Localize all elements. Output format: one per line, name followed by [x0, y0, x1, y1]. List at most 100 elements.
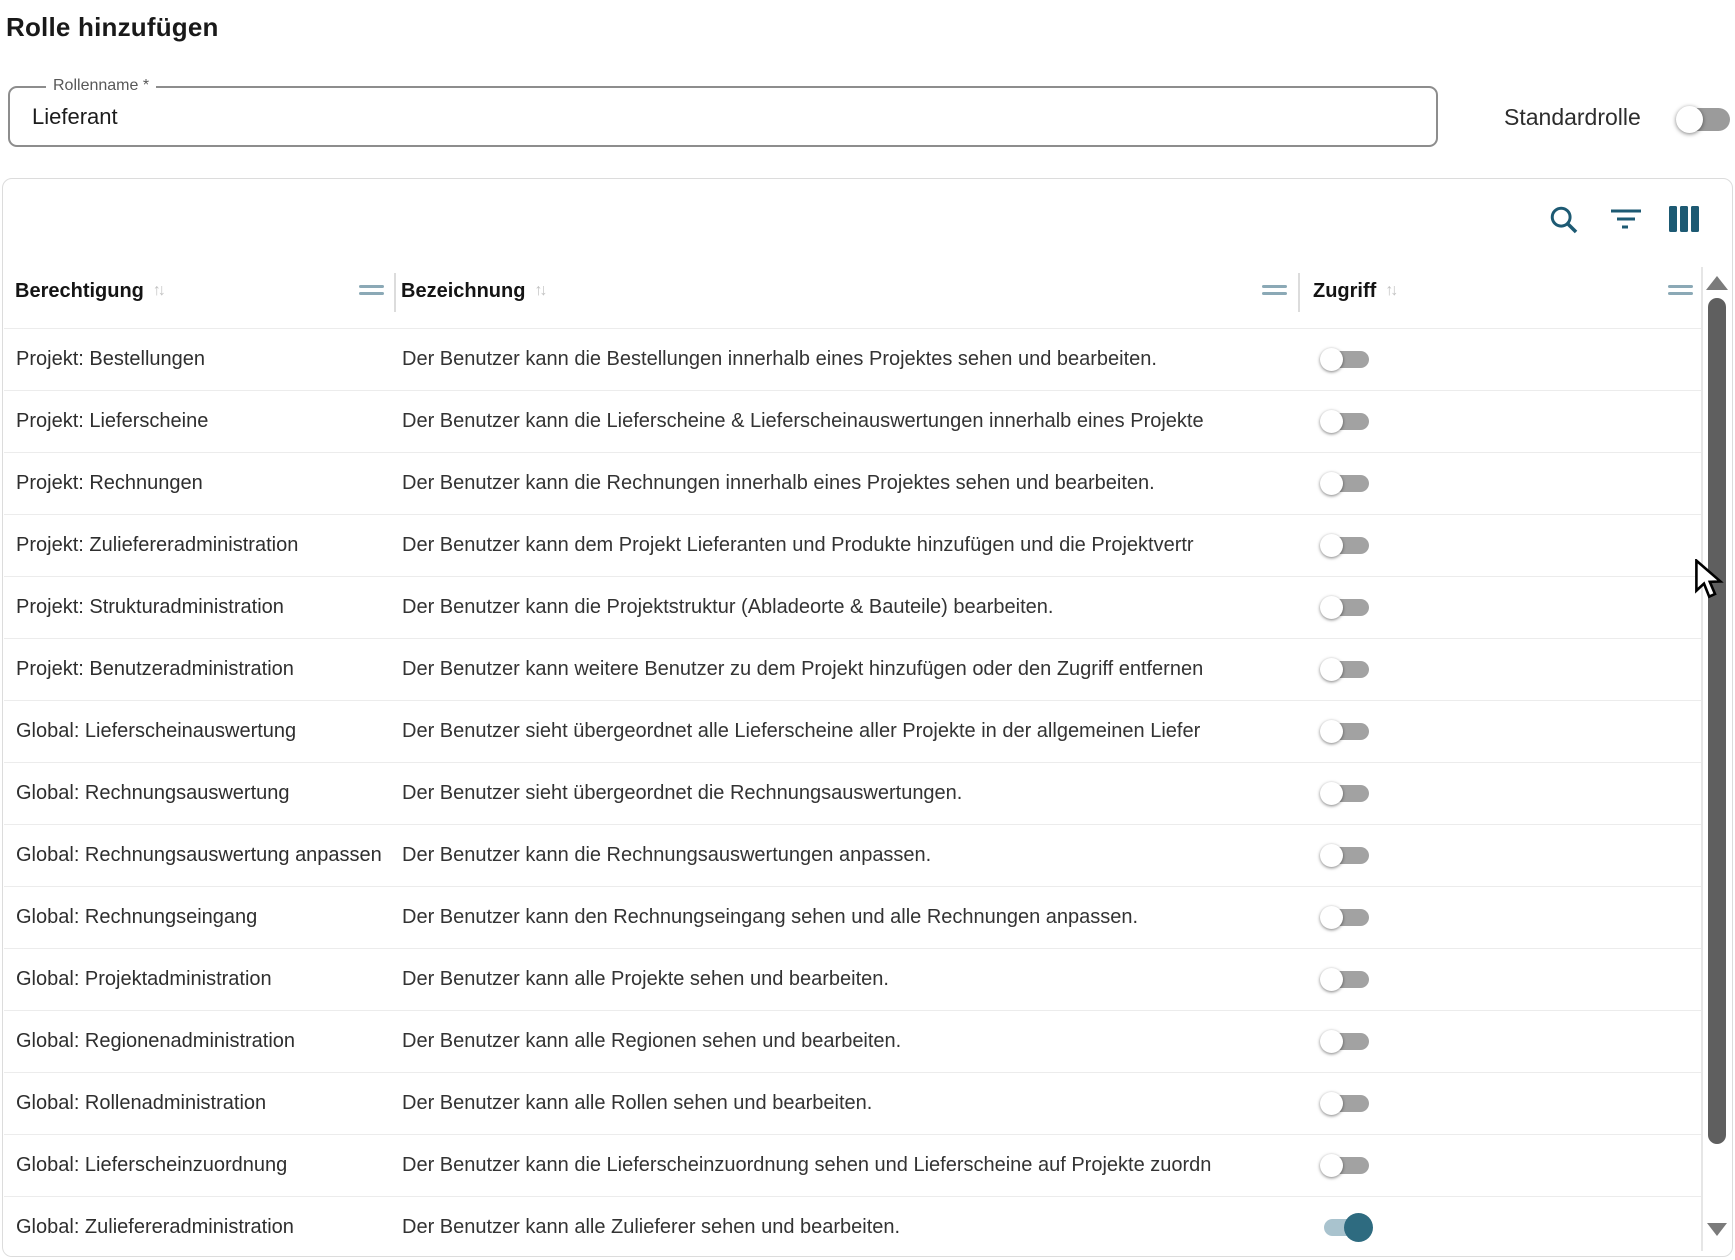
access-toggle[interactable] [1322, 1027, 1372, 1055]
add-role-page: Rolle hinzufügen Rollenname * Standardro… [0, 0, 1735, 1260]
access-toggle[interactable] [1322, 717, 1372, 745]
permission-name: Projekt: Benutzeradministration [16, 639, 397, 700]
toggle-thumb [1320, 1092, 1343, 1115]
access-toggle[interactable] [1322, 779, 1372, 807]
permission-description: Der Benutzer kann dem Projekt Lieferante… [402, 515, 1294, 576]
toggle-thumb [1320, 472, 1343, 495]
table-row: Projekt: Rechnungen Der Benutzer kann di… [4, 453, 1701, 515]
column-header-berechtigung[interactable]: Berechtigung ↑↓ [15, 278, 166, 304]
access-toggle[interactable] [1322, 469, 1372, 497]
permission-description: Der Benutzer kann die Bestellungen inner… [402, 329, 1294, 390]
table-row: Global: Rechnungsauswertung anpassen Der… [4, 825, 1701, 887]
permission-description: Der Benutzer kann alle Projekte sehen un… [402, 949, 1294, 1010]
column-label: Berechtigung [15, 280, 144, 303]
scrollbar-down-arrow[interactable] [1707, 1223, 1727, 1236]
column-header-bezeichnung[interactable]: Bezeichnung ↑↓ [401, 278, 547, 304]
rolename-field: Rollenname * [8, 86, 1438, 147]
permission-description: Der Benutzer kann die Rechnungsauswertun… [402, 825, 1294, 886]
toggle-thumb [1320, 1030, 1343, 1053]
access-toggle[interactable] [1322, 345, 1372, 373]
access-toggle[interactable] [1322, 1213, 1372, 1241]
column-label: Zugriff [1313, 280, 1376, 303]
scrollbar-up-arrow[interactable] [1706, 276, 1728, 290]
table-row: Projekt: Zuliefereradministration Der Be… [4, 515, 1701, 577]
permission-description: Der Benutzer kann die Projektstruktur (A… [402, 577, 1294, 638]
permission-description: Der Benutzer kann die Rechnungen innerha… [402, 453, 1294, 514]
access-toggle[interactable] [1322, 841, 1372, 869]
table-row: Global: Lieferscheinauswertung Der Benut… [4, 701, 1701, 763]
toggle-thumb [1320, 720, 1343, 743]
toggle-thumb [1320, 782, 1343, 805]
search-icon[interactable] [1547, 203, 1581, 242]
table-body: Projekt: Bestellungen Der Benutzer kann … [4, 328, 1701, 1257]
column-resize-handle[interactable] [1262, 285, 1287, 299]
permission-name: Global: Rechnungsauswertung [16, 763, 397, 824]
toggle-thumb [1320, 968, 1343, 991]
permissions-table-panel: Berechtigung ↑↓ Bezeichnung ↑↓ Zugriff ↑… [2, 178, 1733, 1257]
page-title: Rolle hinzufügen [6, 12, 219, 43]
table-row: Global: Rollenadministration Der Benutze… [4, 1073, 1701, 1135]
column-divider [394, 273, 396, 312]
permission-name: Projekt: Bestellungen [16, 329, 397, 390]
toggle-thumb [1344, 1213, 1373, 1242]
permission-name: Global: Projektadministration [16, 949, 397, 1010]
table-row: Projekt: Strukturadministration Der Benu… [4, 577, 1701, 639]
access-toggle[interactable] [1322, 407, 1372, 435]
table-row: Projekt: Benutzeradministration Der Benu… [4, 639, 1701, 701]
access-toggle[interactable] [1322, 903, 1372, 931]
toggle-thumb [1320, 1154, 1343, 1177]
sort-arrows-icon[interactable]: ↑↓ [534, 282, 547, 300]
standard-role-toggle[interactable] [1676, 105, 1730, 133]
toggle-thumb [1320, 658, 1343, 681]
filter-icon[interactable] [1609, 207, 1643, 238]
columns-icon[interactable] [1667, 205, 1701, 238]
toggle-thumb [1320, 410, 1343, 433]
table-row: Global: Regionenadministration Der Benut… [4, 1011, 1701, 1073]
permission-description: Der Benutzer kann weitere Benutzer zu de… [402, 639, 1294, 700]
access-toggle[interactable] [1322, 531, 1372, 559]
scrollbar-divider [1701, 267, 1703, 1251]
permission-name: Global: Regionenadministration [16, 1011, 397, 1072]
permission-description: Der Benutzer kann alle Regionen sehen un… [402, 1011, 1294, 1072]
sort-arrows-icon[interactable]: ↑↓ [153, 282, 166, 300]
permission-name: Global: Rollenadministration [16, 1073, 397, 1134]
permission-description: Der Benutzer kann den Rechnungseingang s… [402, 887, 1294, 948]
table-row: Global: Zuliefereradministration Der Ben… [4, 1197, 1701, 1257]
access-toggle[interactable] [1322, 1089, 1372, 1117]
permission-name: Global: Rechnungseingang [16, 887, 397, 948]
permission-name: Projekt: Lieferscheine [16, 391, 397, 452]
table-row: Projekt: Bestellungen Der Benutzer kann … [4, 329, 1701, 391]
column-resize-handle[interactable] [359, 285, 384, 299]
toggle-thumb [1320, 906, 1343, 929]
permission-description: Der Benutzer kann die Lieferscheinzuordn… [402, 1135, 1294, 1196]
permission-name: Projekt: Rechnungen [16, 453, 397, 514]
access-toggle[interactable] [1322, 1151, 1372, 1179]
sort-arrows-icon[interactable]: ↑↓ [1385, 282, 1398, 300]
toggle-thumb [1320, 534, 1343, 557]
column-header-zugriff[interactable]: Zugriff ↑↓ [1313, 278, 1398, 304]
access-toggle[interactable] [1322, 965, 1372, 993]
column-resize-handle[interactable] [1668, 285, 1693, 299]
table-row: Global: Lieferscheinzuordnung Der Benutz… [4, 1135, 1701, 1197]
column-divider [1298, 273, 1300, 312]
permission-name: Global: Rechnungsauswertung anpassen [16, 825, 397, 886]
table-row: Global: Projektadministration Der Benutz… [4, 949, 1701, 1011]
permission-description: Der Benutzer kann die Lieferscheine & Li… [402, 391, 1294, 452]
rolename-input[interactable] [10, 88, 1401, 145]
toggle-thumb [1320, 596, 1343, 619]
permission-description: Der Benutzer kann alle Zulieferer sehen … [402, 1197, 1294, 1257]
permission-description: Der Benutzer sieht übergeordnet die Rech… [402, 763, 1294, 824]
permission-description: Der Benutzer kann alle Rollen sehen und … [402, 1073, 1294, 1134]
permission-name: Global: Lieferscheinauswertung [16, 701, 397, 762]
access-toggle[interactable] [1322, 655, 1372, 683]
table-row: Global: Rechnungsauswertung Der Benutzer… [4, 763, 1701, 825]
permission-name: Global: Lieferscheinzuordnung [16, 1135, 397, 1196]
scrollbar-thumb[interactable] [1708, 298, 1726, 1144]
access-toggle[interactable] [1322, 593, 1372, 621]
table-row: Global: Rechnungseingang Der Benutzer ka… [4, 887, 1701, 949]
permission-name: Projekt: Zuliefereradministration [16, 515, 397, 576]
toggle-thumb [1676, 106, 1703, 133]
column-label: Bezeichnung [401, 280, 525, 303]
permission-name: Global: Zuliefereradministration [16, 1197, 397, 1257]
permission-description: Der Benutzer sieht übergeordnet alle Lie… [402, 701, 1294, 762]
